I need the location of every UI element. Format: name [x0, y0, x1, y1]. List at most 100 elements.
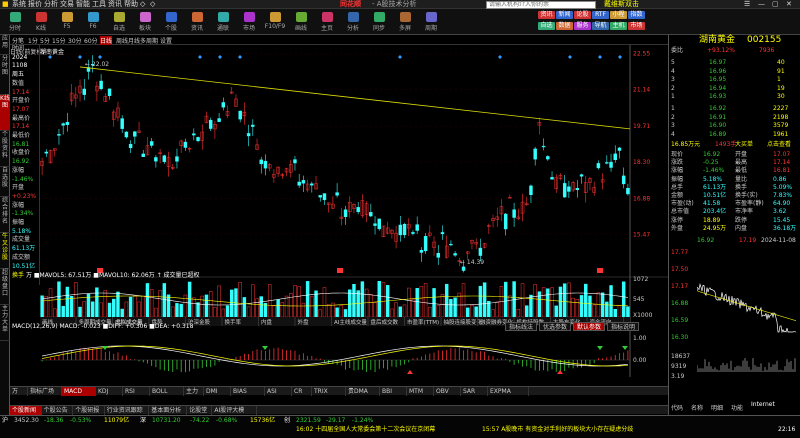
sidebar-item-1[interactable]: 分时图	[0, 55, 10, 95]
toolbar-btn-4[interactable]: 自选	[107, 12, 131, 32]
intraday-mini-chart[interactable]	[697, 247, 797, 397]
period-tab-7[interactable]: 周线	[116, 36, 128, 45]
toolbar-btn-6[interactable]: 个股	[159, 12, 183, 32]
indicator-btn-4[interactable]: RSI	[123, 387, 150, 396]
indicator-tab-10[interactable]: 市盈率(TTM)	[407, 318, 439, 326]
period-tab-2[interactable]: 5分	[40, 36, 50, 45]
news-tab-3[interactable]: 行业资讯跟踪	[105, 406, 150, 415]
indicator-btn-6[interactable]: 主力	[184, 387, 204, 396]
indicator-tab-8[interactable]: AI主线成交量	[334, 318, 367, 326]
period-tab-3[interactable]: 15分	[52, 36, 66, 45]
sidebar-item-5[interactable]: 综合排名	[0, 197, 10, 233]
toolbar-right-5[interactable]: 指数	[628, 11, 645, 19]
mini-tab-3[interactable]: 功能	[731, 405, 743, 412]
toolbar-btn-11[interactable]: 画线	[289, 12, 313, 32]
news-tab-6[interactable]: AI股评大模	[212, 406, 257, 415]
news-tab-0[interactable]: 个股新闻	[10, 406, 42, 415]
news-ticker-2[interactable]: 15:57 A股晚市 有资金对手利好的板块大小存在疑虑分歧	[482, 426, 633, 434]
period-tab-1[interactable]: 1分	[28, 36, 38, 45]
indicator-btn-13[interactable]: BBI	[380, 387, 407, 396]
indicator-btn-3[interactable]: KDJ	[96, 387, 123, 396]
toolbar-btn-7[interactable]: 资讯	[185, 12, 209, 32]
period-tab-4[interactable]: 30分	[68, 36, 82, 45]
indicator-btn-8[interactable]: BIAS	[231, 387, 265, 396]
sidebar-item-0[interactable]: 应用	[0, 35, 10, 55]
toolbar-btn-0[interactable]: 分时	[3, 12, 27, 32]
indicator-btn-9[interactable]: ASI	[265, 387, 292, 396]
big-order-link[interactable]: 点击查看	[767, 141, 791, 148]
sidebar-item-6[interactable]: 牛叉诊股	[0, 233, 10, 269]
macd-btn-optimize[interactable]: 优选参数	[539, 322, 571, 331]
search-input[interactable]: 请输入机构介入你的票	[486, 1, 596, 9]
maximize-icon[interactable]: ▢	[772, 0, 779, 9]
indicator-btn-11[interactable]: TRIX	[312, 387, 346, 396]
sidebar-item-3[interactable]: 个股资料	[0, 131, 10, 167]
news-ticker-1[interactable]: 16:02 十四届全国人大常委会第十二次会议在京闭幕	[296, 426, 435, 434]
macd-btn-default[interactable]: 默认参数	[573, 322, 605, 331]
menu-tools[interactable]: 工具	[92, 0, 106, 9]
toolbar-btn-1[interactable]: K线	[29, 12, 53, 32]
period-tab-9[interactable]: 多周期	[140, 36, 158, 45]
indicator-btn-14[interactable]: MTM	[407, 387, 434, 396]
period-tab-6[interactable]: 日线	[100, 36, 113, 45]
toolbar-right-6[interactable]: 自选	[538, 22, 555, 30]
window-menu-icon[interactable]: ☰	[744, 0, 750, 9]
sidebar-item-2[interactable]: K线图	[0, 95, 10, 131]
indicator-btn-2[interactable]: MACD	[62, 387, 96, 396]
minimize-icon[interactable]: —	[758, 0, 765, 9]
indicator-btn-16[interactable]: SAR	[461, 387, 488, 396]
news-tab-5[interactable]: 论股堂	[187, 406, 213, 415]
news-tab-4[interactable]: 基本面分析	[149, 406, 188, 415]
toolbar-right-7[interactable]: 数据	[556, 22, 573, 30]
toolbar-right-3[interactable]: RTF	[592, 11, 609, 19]
menu-system[interactable]: 系统	[12, 0, 26, 9]
mini-tab-0[interactable]: 代码	[671, 405, 683, 412]
toolbar-btn-5[interactable]: 板块	[133, 12, 157, 32]
toolbar-btn-8[interactable]: 通联	[211, 12, 235, 32]
indicator-tab-9[interactable]: 盘后成交数	[371, 318, 399, 326]
toolbar-btn-3[interactable]: F6	[81, 12, 105, 30]
toolbar-btn-15[interactable]: 多屏	[393, 12, 417, 32]
toolbar-right-10[interactable]: 主机	[610, 22, 627, 30]
banner-text[interactable]: 戴维斯双击	[604, 0, 639, 9]
toolbar-right-2[interactable]: 论股	[574, 11, 591, 19]
indicator-btn-7[interactable]: DMI	[204, 387, 231, 396]
macd-btn-help[interactable]: 指标说明	[607, 322, 639, 331]
sidebar-item-8[interactable]: 主力大单	[0, 305, 10, 341]
toolbar-btn-14[interactable]: 同步	[367, 12, 391, 32]
toolbar-btn-10[interactable]: F10/F9	[263, 12, 287, 30]
macd-btn-line[interactable]: 指标线法	[505, 322, 537, 331]
period-tab-0[interactable]: 分笔	[12, 36, 24, 45]
menu-quote[interactable]: 报价	[28, 0, 42, 9]
mini-tab-2[interactable]: 明细	[711, 405, 723, 412]
sidebar-item-7[interactable]: 超级盘口	[0, 269, 10, 305]
toolbar-btn-9[interactable]: 市场	[237, 12, 261, 32]
indicator-btn-10[interactable]: CR	[292, 387, 312, 396]
indicator-btn-17[interactable]: EXPMA	[488, 387, 529, 396]
toolbar-right-1[interactable]: 新闻	[556, 11, 573, 19]
menu-trade[interactable]: 交易	[60, 0, 74, 9]
ai-badge[interactable]: ◇	[140, 0, 145, 9]
toolbar-right-4[interactable]: 小程	[610, 11, 627, 19]
mini-tab-1[interactable]: 名称	[691, 405, 703, 412]
news-tab-1[interactable]: 个股公告	[42, 406, 74, 415]
menu-analysis[interactable]: 分析	[44, 0, 58, 9]
big-order-label[interactable]: 大买单	[735, 141, 753, 148]
indicator-btn-0[interactable]: 万	[10, 387, 28, 396]
indicator-tab-11[interactable]: 抽股连接股变化	[444, 318, 483, 326]
period-tab-8[interactable]: 月线	[128, 36, 140, 45]
toolbar-btn-12[interactable]: 主页	[315, 12, 339, 32]
period-tab-5[interactable]: 60分	[84, 36, 98, 45]
indicator-btn-12[interactable]: 贵DMA	[346, 387, 380, 396]
toolbar-right-8[interactable]: 服务	[574, 22, 591, 30]
menu-news[interactable]: 资讯	[108, 0, 122, 9]
toolbar-right-11[interactable]: 市场	[628, 22, 645, 30]
indicator-btn-15[interactable]: OBV	[434, 387, 461, 396]
toolbar-right-0[interactable]: 资讯	[538, 11, 555, 19]
toolbar-btn-13[interactable]: 分析	[341, 12, 365, 32]
app-extra[interactable]: ◇	[150, 0, 155, 9]
menu-help[interactable]: 帮助	[124, 0, 138, 9]
toolbar-btn-16[interactable]: 周期	[419, 12, 443, 32]
indicator-btn-5[interactable]: BOLL	[150, 387, 184, 396]
sidebar-item-4[interactable]: 自选股	[0, 167, 10, 197]
